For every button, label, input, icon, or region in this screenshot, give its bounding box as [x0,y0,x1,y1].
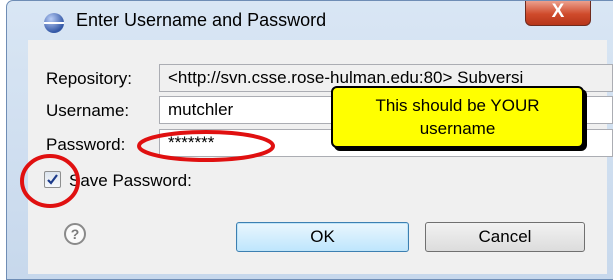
checkmark-icon [47,174,58,185]
close-button[interactable]: X [525,1,591,26]
close-icon: X [551,1,565,22]
password-label: Password: [46,135,126,154]
username-label: Username: [46,101,130,120]
title-bar[interactable]: Enter Username and Password X [7,1,613,41]
window-title: Enter Username and Password [76,10,327,30]
help-icon[interactable]: ? [64,223,86,245]
cancel-button[interactable]: Cancel [425,222,585,252]
callout-text: This should be YOUR username [375,96,540,138]
save-password-label[interactable]: Save Password: [69,171,192,191]
ok-button[interactable]: OK [236,222,409,252]
annotation-callout: This should be YOUR username [331,86,584,148]
repository-label: Repository: [46,69,132,88]
save-password-checkbox[interactable] [44,171,61,188]
app-icon [44,13,64,33]
